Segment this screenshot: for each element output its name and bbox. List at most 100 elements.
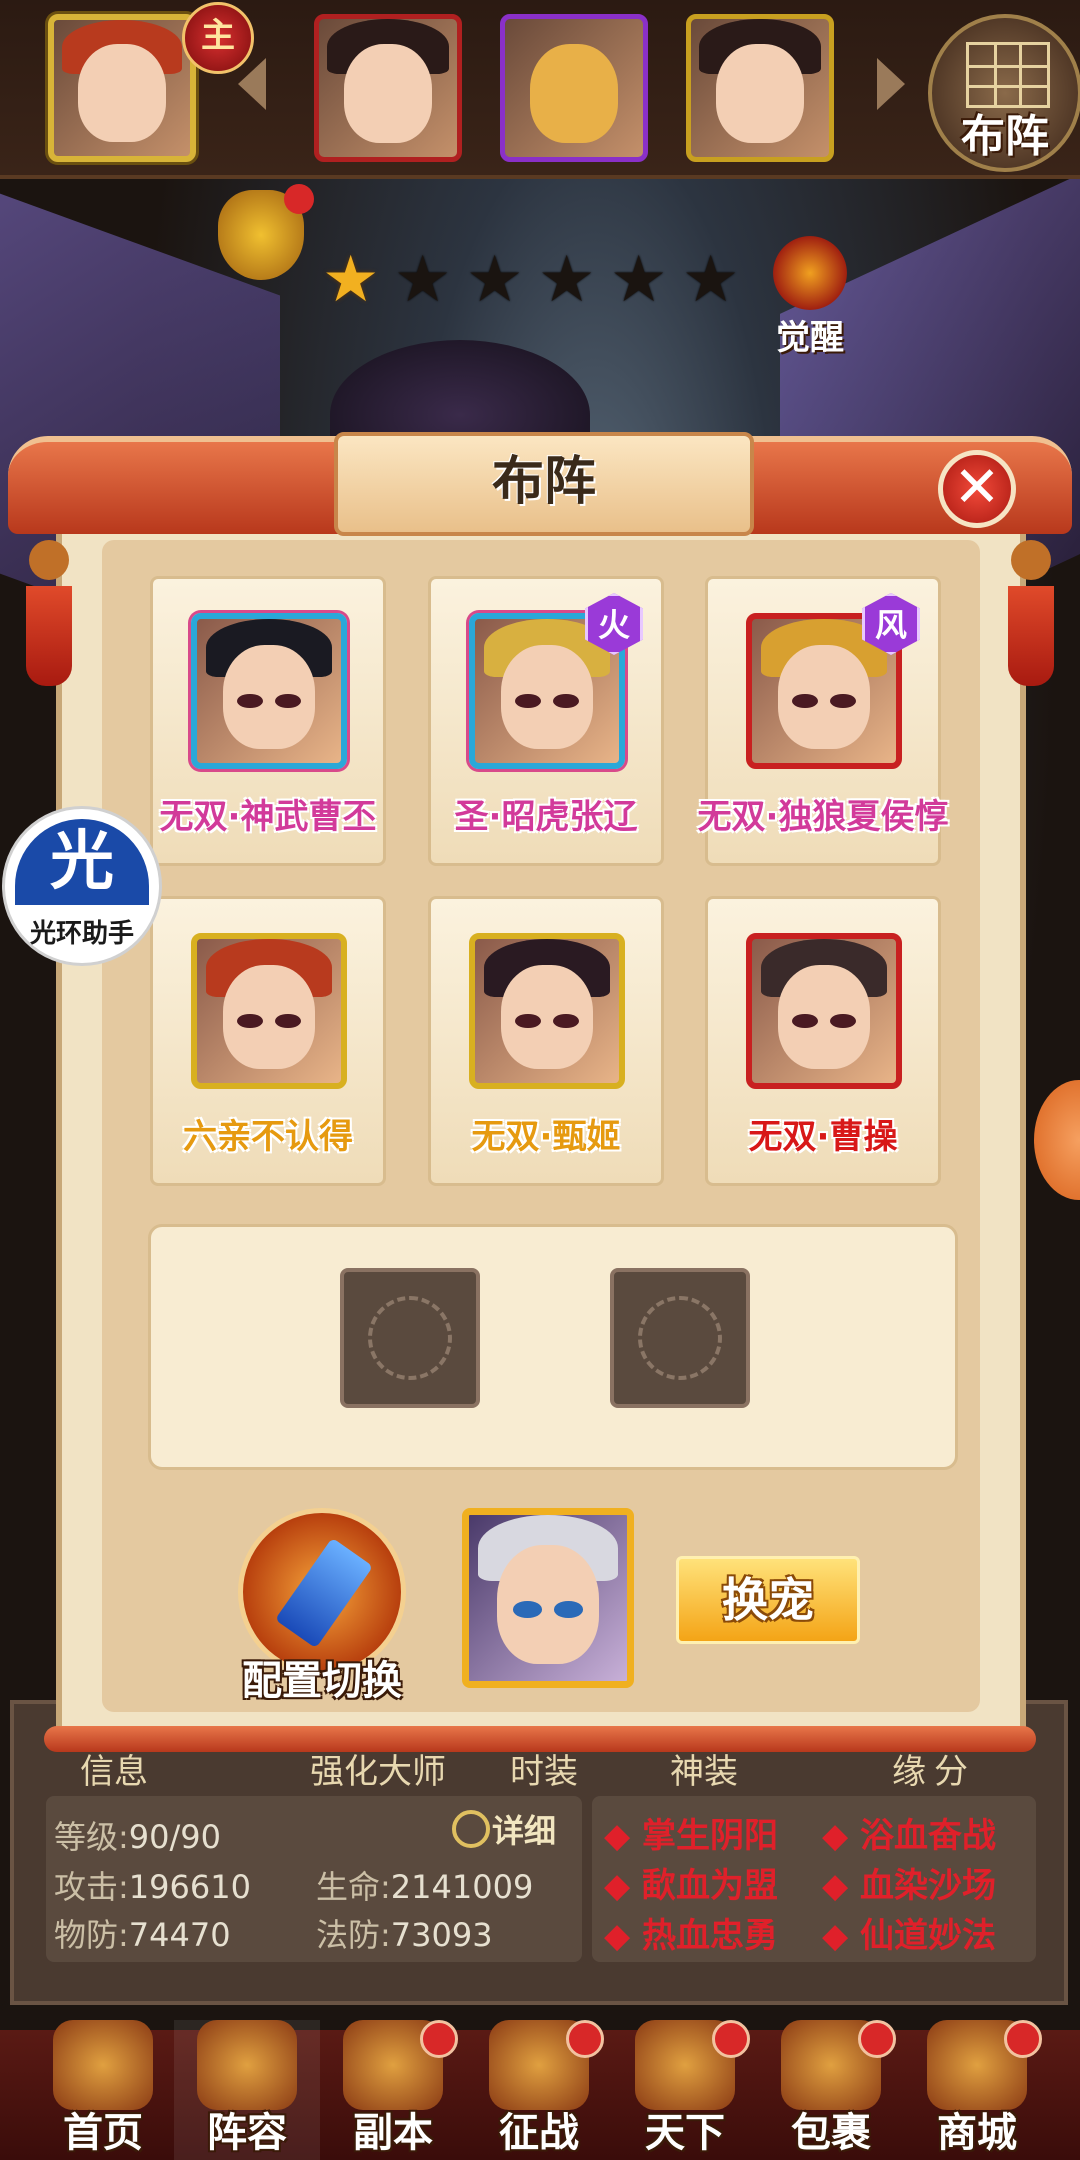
- formation-hero-card[interactable]: 无双·甄姬: [428, 896, 664, 1186]
- hero-name: 无双·曹操: [748, 1117, 898, 1157]
- formation-hero-card[interactable]: 六亲不认得: [150, 896, 386, 1186]
- fate-skill[interactable]: ◆ 血染沙场: [822, 1858, 996, 1907]
- mdef-label: 法防:: [316, 1916, 391, 1954]
- nav-label: 征战: [499, 2110, 579, 2156]
- dialog-bottom-scroll: [44, 1726, 1036, 1752]
- mdef-stat: 法防:73093: [316, 1910, 493, 1956]
- nav-icon: [53, 2020, 153, 2110]
- nav-item[interactable]: 首页: [30, 2020, 176, 2160]
- star-icon: ★: [466, 243, 524, 317]
- hero-face: [715, 43, 805, 144]
- hero-tab-4[interactable]: [686, 14, 834, 162]
- hero-face: [529, 43, 619, 144]
- star-icon: ★: [682, 243, 740, 317]
- fate-skill[interactable]: ◆ 掌生阴阳: [604, 1808, 778, 1857]
- hero-eye: [552, 1013, 579, 1029]
- pet-face: [497, 1544, 599, 1665]
- formation-hero-card[interactable]: 无双·神武曹丕: [150, 576, 386, 866]
- nav-label: 首页: [63, 2110, 143, 2156]
- fate-skill-label: 掌生阴阳: [642, 1816, 778, 1856]
- tassel-right: [1008, 540, 1054, 700]
- pet-portrait[interactable]: [462, 1508, 634, 1688]
- chevron-right-icon[interactable]: [877, 58, 905, 110]
- nav-item[interactable]: 副本: [320, 2020, 466, 2160]
- hero-tab-1[interactable]: [48, 14, 196, 162]
- fate-skill-label: 歃血为盟: [642, 1866, 778, 1906]
- pet-slots-area: [148, 1224, 958, 1470]
- diamond-icon: ◆: [822, 1916, 849, 1956]
- chevron-left-icon[interactable]: [238, 58, 266, 110]
- formation-button-label: 布阵: [961, 111, 1049, 162]
- formation-hero-card[interactable]: 火圣·昭虎张辽: [428, 576, 664, 866]
- hero-tab-3[interactable]: [500, 14, 648, 162]
- formation-hero-card[interactable]: 无双·曹操: [705, 896, 941, 1186]
- hp-stat: 生命:2141009: [316, 1862, 533, 1908]
- empty-pet-slot[interactable]: [610, 1268, 750, 1408]
- hero-name: 六亲不认得: [183, 1117, 353, 1157]
- fate-skill-label: 血染沙场: [860, 1866, 996, 1906]
- nav-item[interactable]: 包裹: [758, 2020, 904, 2160]
- fate-skill[interactable]: ◆ 热血忠勇: [604, 1908, 778, 1957]
- tassel-fringe: [1008, 586, 1054, 686]
- board-grid-icon: [966, 42, 1050, 108]
- empty-pet-slot[interactable]: [340, 1268, 480, 1408]
- snowflake-icon: [368, 1296, 452, 1380]
- hero-avatar: [746, 933, 902, 1089]
- hero-tab-2[interactable]: [314, 14, 462, 162]
- config-switch-button[interactable]: 配置切换: [234, 1508, 410, 1704]
- tassel-knot: [29, 540, 69, 580]
- nav-label: 商城: [937, 2110, 1017, 2156]
- nav-label: 副本: [353, 2110, 433, 2156]
- pdef-stat: 物防:74470: [54, 1910, 231, 1956]
- fate-skill-label: 浴血奋战: [860, 1816, 996, 1856]
- fate-skill[interactable]: ◆ 仙道妙法: [822, 1908, 996, 1957]
- nav-item[interactable]: 商城: [904, 2020, 1050, 2160]
- level-label: 等级:: [54, 1818, 129, 1856]
- notification-dot: [858, 2020, 896, 2058]
- hero-face: [500, 964, 594, 1069]
- nav-item[interactable]: 天下: [612, 2020, 758, 2160]
- pdef-label: 物防:: [54, 1916, 129, 1954]
- aura-helper-button[interactable]: 光 光环助手: [2, 806, 162, 966]
- fate-skill[interactable]: ◆ 浴血奋战: [822, 1808, 996, 1857]
- detail-button[interactable]: 详细: [452, 1806, 556, 1852]
- snowflake-icon: [638, 1296, 722, 1380]
- awaken-button[interactable]: 觉醒: [760, 236, 860, 358]
- detail-label: 详细: [492, 1812, 557, 1850]
- magnifier-icon: [452, 1810, 490, 1848]
- hero-name: 无双·神武曹丕: [159, 797, 377, 837]
- hero-face: [78, 44, 166, 143]
- fate-skill-label: 仙道妙法: [860, 1916, 996, 1956]
- tassel-left: [26, 540, 72, 700]
- attack-stat: 攻击:196610: [54, 1862, 251, 1908]
- notification-dot: [420, 2020, 458, 2058]
- star-icon: ★: [322, 243, 380, 317]
- diamond-icon: ◆: [604, 1916, 631, 1956]
- swap-pet-button[interactable]: 换宠: [676, 1556, 860, 1644]
- formation-button[interactable]: 布阵: [928, 14, 1080, 172]
- tassel-fringe: [26, 586, 72, 686]
- nav-icon: [197, 2020, 297, 2110]
- awaken-icon: [773, 236, 847, 310]
- formation-hero-card[interactable]: 风无双·独狼夏侯惇: [698, 576, 948, 866]
- fate-skill[interactable]: ◆ 歃血为盟: [604, 1858, 778, 1907]
- close-button[interactable]: ✕: [938, 450, 1016, 528]
- hero-name: 无双·独狼夏侯惇: [697, 797, 949, 837]
- pet-eye: [554, 1601, 583, 1618]
- hero-name: 圣·昭虎张辽: [454, 797, 638, 837]
- diamond-icon: ◆: [604, 1816, 631, 1856]
- awaken-label: 觉醒: [776, 318, 844, 358]
- mask-icon[interactable]: [218, 184, 314, 280]
- nav-item[interactable]: 阵容: [174, 2020, 320, 2160]
- tassel-knot: [1011, 540, 1051, 580]
- nav-item[interactable]: 征战: [466, 2020, 612, 2160]
- attack-label: 攻击:: [54, 1868, 129, 1906]
- hero-face: [777, 964, 871, 1069]
- star-icon: ★: [394, 243, 452, 317]
- mdef-value: 73093: [390, 1916, 493, 1954]
- hero-face: [343, 43, 433, 144]
- hero-eye: [829, 1013, 856, 1029]
- hero-eye: [552, 693, 579, 709]
- nav-label: 阵容: [207, 2110, 287, 2156]
- pdef-value: 74470: [128, 1916, 231, 1954]
